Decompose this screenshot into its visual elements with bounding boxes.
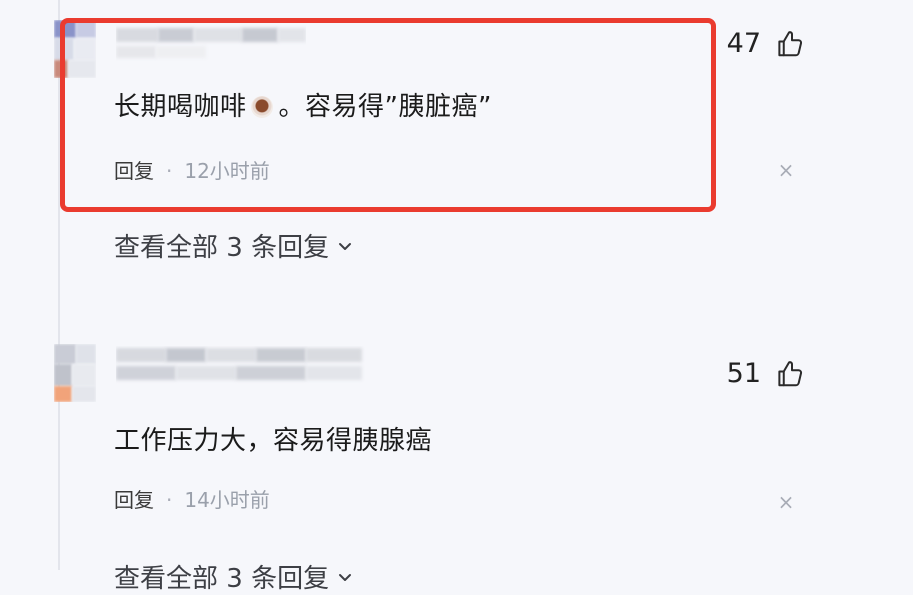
chevron-down-icon xyxy=(337,562,353,592)
view-all-replies-button[interactable]: 查看全部 3 条回复 xyxy=(114,558,353,595)
reply-button[interactable]: 回复 xyxy=(114,488,154,512)
thumbs-up-icon[interactable] xyxy=(775,359,805,389)
avatar[interactable] xyxy=(54,20,96,78)
thumbs-up-icon[interactable] xyxy=(775,29,805,59)
view-all-replies-button[interactable]: 查看全部 3 条回复 xyxy=(114,227,353,264)
comment-meta: 回复 · 14小时前 xyxy=(114,484,270,513)
meta-separator: · xyxy=(166,159,173,183)
comment-item: 工作压力大，容易得胰腺癌 回复 · 14小时前 51 × 查看全部 3 条回复 xyxy=(0,330,913,594)
comment-meta: 回复 · 12小时前 xyxy=(114,155,270,184)
username-blurred[interactable] xyxy=(116,24,306,62)
comment-item: 长期喝咖啡 。容易得”胰脏癌” 回复 · 12小时前 47 × 查看全部 3 条回复 xyxy=(0,0,913,300)
avatar[interactable] xyxy=(54,344,96,402)
comment-text: 工作压力大，容易得胰腺癌 xyxy=(114,426,433,456)
like-count: 47 xyxy=(726,28,761,59)
timestamp: 14小时前 xyxy=(184,488,270,512)
chevron-down-icon xyxy=(337,231,353,261)
username-blurred[interactable] xyxy=(116,346,366,384)
coffee-icon xyxy=(250,96,273,118)
like-count: 51 xyxy=(726,358,761,389)
meta-separator: · xyxy=(166,488,173,512)
reply-button[interactable]: 回复 xyxy=(114,159,154,183)
comment-text: 长期喝咖啡 。容易得”胰脏癌” xyxy=(114,92,492,122)
like-button[interactable]: 51 xyxy=(727,358,805,389)
close-icon[interactable]: × xyxy=(776,160,796,180)
like-button[interactable]: 47 xyxy=(727,28,805,59)
close-icon[interactable]: × xyxy=(776,492,796,512)
timestamp: 12小时前 xyxy=(184,159,270,183)
